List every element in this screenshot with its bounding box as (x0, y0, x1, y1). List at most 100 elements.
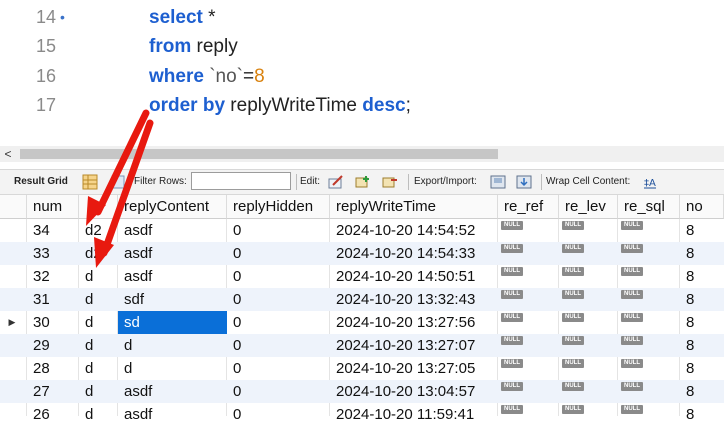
cell-col2[interactable]: d2 (79, 219, 118, 242)
cell-num[interactable]: 26 (27, 403, 79, 426)
cell-replyContent[interactable]: d (118, 357, 227, 380)
cell-col2[interactable]: d (79, 311, 118, 334)
cell-replyHidden[interactable]: 0 (227, 311, 330, 334)
cell-no[interactable]: 8 (680, 265, 724, 288)
cell-no[interactable]: 8 (680, 242, 724, 265)
null-cell[interactable]: NULL (498, 219, 559, 242)
cell-replyHidden[interactable]: 0 (227, 288, 330, 311)
null-cell[interactable]: NULL (559, 288, 618, 311)
null-cell[interactable]: NULL (559, 219, 618, 242)
horizontal-scrollbar[interactable]: < (0, 146, 724, 162)
column-header-re_ref[interactable]: re_ref (498, 195, 559, 219)
cell-replyWriteTime[interactable]: 2024-10-20 13:04:57 (330, 380, 498, 403)
cell-replyHidden[interactable]: 0 (227, 380, 330, 403)
cell-no[interactable]: 8 (680, 403, 724, 426)
cell-col2[interactable]: d (79, 334, 118, 357)
cell-replyHidden[interactable]: 0 (227, 242, 330, 265)
null-cell[interactable]: NULL (559, 311, 618, 334)
null-cell[interactable]: NULL (559, 403, 618, 426)
table-row[interactable]: 27 d asdf 0 2024-10-20 13:04:57 NULL NULL NULL 8 (0, 380, 724, 403)
cell-no[interactable]: 8 (680, 219, 724, 242)
column-header-replyContent[interactable]: replyContent (118, 195, 227, 219)
null-cell[interactable]: NULL (498, 288, 559, 311)
cell-no[interactable]: 8 (680, 311, 724, 334)
cell-replyWriteTime[interactable]: 2024-10-20 14:50:51 (330, 265, 498, 288)
code-line[interactable]: 16 where `no`=8 (0, 62, 724, 91)
sql-editor[interactable]: 14 • select * 15 from reply 16 where `no`=8 17 o… (0, 0, 724, 138)
code-line[interactable]: 15 from reply (0, 32, 724, 61)
cell-replyWriteTime[interactable]: 2024-10-20 13:27:05 (330, 357, 498, 380)
wrap-text-icon[interactable]: ‡A (642, 174, 658, 190)
cell-replyContent[interactable]: sdf (118, 288, 227, 311)
cell-col2[interactable]: d (79, 288, 118, 311)
cell-replyHidden[interactable]: 0 (227, 403, 330, 426)
cell-replyWriteTime[interactable]: 2024-10-20 13:27:07 (330, 334, 498, 357)
null-cell[interactable]: NULL (618, 311, 680, 334)
column-header-re_lev[interactable]: re_lev (559, 195, 618, 219)
cell-replyWriteTime[interactable]: 2024-10-20 14:54:52 (330, 219, 498, 242)
cell-no[interactable]: 8 (680, 288, 724, 311)
column-header-re_sql[interactable]: re_sql (618, 195, 680, 219)
cell-replyWriteTime[interactable]: 2024-10-20 11:59:41 (330, 403, 498, 426)
delete-row-icon[interactable] (382, 174, 398, 190)
table-row[interactable]: 29 d d 0 2024-10-20 13:27:07 NULL NULL NULL 8 (0, 334, 724, 357)
cell-col2[interactable]: d (79, 380, 118, 403)
null-cell[interactable]: NULL (498, 265, 559, 288)
cell-col2[interactable]: d (79, 357, 118, 380)
cell-num[interactable]: 29 (27, 334, 79, 357)
cell-replyWriteTime[interactable]: 2024-10-20 13:32:43 (330, 288, 498, 311)
cell-replyContent[interactable]: sd (118, 311, 227, 334)
table-row[interactable]: 31 d sdf 0 2024-10-20 13:32:43 NULL NULL NULL 8 (0, 288, 724, 311)
edit-row-icon[interactable] (328, 174, 344, 190)
cell-replyContent[interactable]: asdf (118, 242, 227, 265)
cell-num[interactable]: 30 (27, 311, 79, 334)
cell-no[interactable]: 8 (680, 357, 724, 380)
code-line[interactable]: 14 • select * (0, 3, 724, 32)
grid-view-icon[interactable] (82, 174, 98, 190)
null-cell[interactable]: NULL (498, 311, 559, 334)
null-cell[interactable]: NULL (618, 357, 680, 380)
null-cell[interactable]: NULL (498, 403, 559, 426)
cell-replyContent[interactable]: d (118, 334, 227, 357)
null-cell[interactable]: NULL (618, 380, 680, 403)
result-grid-tab[interactable]: Result Grid (14, 170, 68, 194)
cell-col2[interactable]: d2 (79, 242, 118, 265)
null-cell[interactable]: NULL (559, 357, 618, 380)
filter-rows-input[interactable] (191, 172, 291, 190)
null-cell[interactable]: NULL (559, 334, 618, 357)
null-cell[interactable]: NULL (618, 334, 680, 357)
null-cell[interactable]: NULL (618, 265, 680, 288)
null-cell[interactable]: NULL (559, 265, 618, 288)
null-cell[interactable]: NULL (618, 242, 680, 265)
code-text[interactable]: where `no`=8 (149, 62, 265, 91)
table-row[interactable]: 26 d asdf 0 2024-10-20 11:59:41 NULL NULL NULL 8 (0, 403, 724, 426)
cell-replyHidden[interactable]: 0 (227, 265, 330, 288)
null-cell[interactable]: NULL (618, 288, 680, 311)
column-header-num[interactable]: num (27, 195, 79, 219)
null-cell[interactable]: NULL (498, 334, 559, 357)
table-row[interactable]: 28 d d 0 2024-10-20 13:27:05 NULL NULL NULL 8 (0, 357, 724, 380)
cell-replyWriteTime[interactable]: 2024-10-20 14:54:33 (330, 242, 498, 265)
code-line[interactable]: 17 order by replyWriteTime desc; (0, 91, 724, 120)
scroll-left-icon[interactable]: < (2, 146, 14, 162)
cell-no[interactable]: 8 (680, 380, 724, 403)
cell-no[interactable]: 8 (680, 334, 724, 357)
null-cell[interactable]: NULL (559, 380, 618, 403)
cell-replyContent[interactable]: asdf (118, 219, 227, 242)
result-grid[interactable]: num replyContent replyHidden replyWriteTime… (0, 195, 724, 423)
cell-replyHidden[interactable]: 0 (227, 357, 330, 380)
cell-replyContent[interactable]: asdf (118, 403, 227, 426)
cell-replyWriteTime[interactable]: 2024-10-20 13:27:56 (330, 311, 498, 334)
add-row-icon[interactable] (355, 174, 371, 190)
null-cell[interactable]: NULL (559, 242, 618, 265)
cell-num[interactable]: 31 (27, 288, 79, 311)
code-text[interactable]: order by replyWriteTime desc; (149, 91, 411, 120)
null-cell[interactable]: NULL (618, 219, 680, 242)
table-row[interactable]: 34 d2 asdf 0 2024-10-20 14:54:52 NULL NULL NULL… (0, 219, 724, 242)
table-row[interactable]: 33 d2 asdf 0 2024-10-20 14:54:33 NULL NULL NULL… (0, 242, 724, 265)
null-cell[interactable]: NULL (498, 242, 559, 265)
cell-num[interactable]: 27 (27, 380, 79, 403)
scrollbar-thumb[interactable] (20, 149, 498, 159)
code-text[interactable]: select * (149, 3, 216, 32)
cell-num[interactable]: 32 (27, 265, 79, 288)
